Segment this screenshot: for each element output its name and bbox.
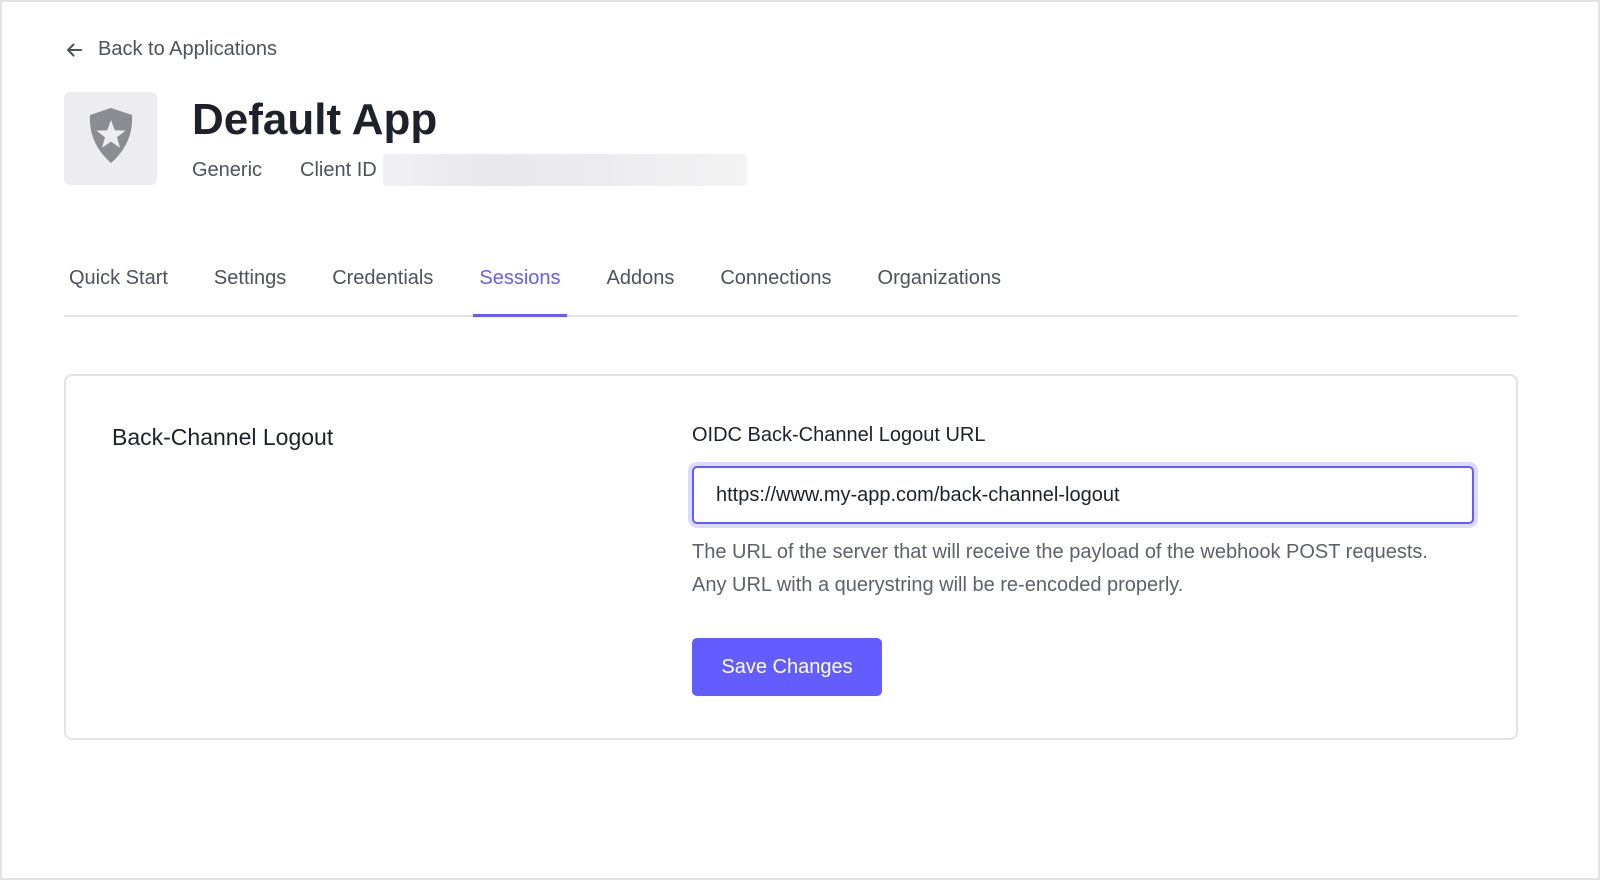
tab-sessions[interactable]: Sessions <box>473 252 567 317</box>
logout-url-input[interactable] <box>692 466 1474 524</box>
logout-url-help-text: The URL of the server that will receive … <box>692 541 1428 596</box>
app-logo <box>64 92 157 185</box>
save-changes-button[interactable]: Save Changes <box>692 638 882 696</box>
page-frame: Back to Applications Default App Generic… <box>0 0 1600 880</box>
client-id-value-redacted[interactable] <box>382 154 747 186</box>
logout-url-label: OIDC Back-Channel Logout URL <box>692 424 986 446</box>
arrow-left-icon <box>64 40 84 60</box>
tab-addons[interactable]: Addons <box>607 252 675 315</box>
tab-settings[interactable]: Settings <box>214 252 286 315</box>
section-title: Back-Channel Logout <box>112 424 334 450</box>
client-id-label: Client ID <box>300 158 377 181</box>
tab-bar: Quick Start Settings Credentials Session… <box>64 252 1518 317</box>
page-title: Default App <box>192 95 438 144</box>
tab-organizations[interactable]: Organizations <box>878 252 1001 315</box>
tab-credentials[interactable]: Credentials <box>332 252 433 315</box>
app-meta: Generic Client ID <box>192 154 747 186</box>
back-channel-logout-card: Back-Channel Logout OIDC Back-Channel Lo… <box>64 374 1518 740</box>
back-to-applications-link[interactable]: Back to Applications <box>64 38 277 61</box>
back-link-label: Back to Applications <box>98 38 277 60</box>
shield-star-icon <box>85 107 137 170</box>
app-type: Generic <box>192 158 263 181</box>
tab-quick-start[interactable]: Quick Start <box>69 252 168 315</box>
tab-connections[interactable]: Connections <box>720 252 831 315</box>
